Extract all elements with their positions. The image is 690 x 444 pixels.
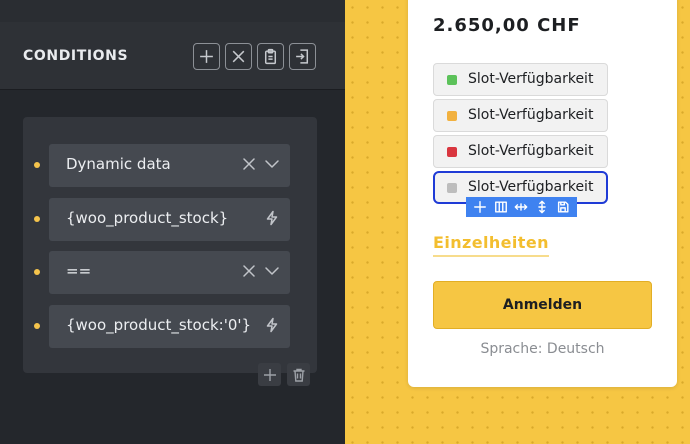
- condition-bullet: [34, 162, 40, 168]
- add-condition-row-button[interactable]: [258, 363, 281, 386]
- save-icon[interactable]: [556, 200, 570, 214]
- slot-availability-item[interactable]: Slot-Verfügbarkeit: [433, 63, 608, 96]
- slot-label: Slot-Verfügbarkeit: [468, 107, 594, 123]
- slot-label: Slot-Verfügbarkeit: [468, 179, 594, 195]
- condition-bullet: [34, 323, 40, 329]
- product-price: 2.650,00 CHF: [433, 15, 581, 36]
- clear-icon[interactable]: [241, 263, 257, 279]
- condition-bullet: [34, 216, 40, 222]
- slot-availability-item[interactable]: Slot-Verfügbarkeit: [433, 135, 608, 168]
- slot-availability-item[interactable]: Slot-Verfügbarkeit: [433, 99, 608, 132]
- import-icon: [296, 49, 309, 64]
- plus-icon[interactable]: [473, 200, 487, 214]
- condition-bullet: [34, 269, 40, 275]
- condition-group: Dynamic data {woo_product_stock} == {woo…: [23, 117, 317, 373]
- condition-value: Dynamic data: [66, 155, 171, 173]
- field-icons: [241, 263, 280, 279]
- condition-row: {woo_product_stock}: [23, 198, 317, 241]
- language-label: Sprache: Deutsch: [480, 341, 605, 357]
- element-toolbar: [466, 197, 577, 217]
- plus-icon: [263, 368, 276, 381]
- columns-icon[interactable]: [494, 200, 508, 214]
- condition-value: ==: [66, 262, 92, 280]
- trash-icon: [293, 368, 304, 382]
- chevron-down-icon[interactable]: [264, 156, 280, 172]
- slot-label: Slot-Verfügbarkeit: [468, 143, 594, 159]
- conditions-header: CONDITIONS: [0, 22, 345, 90]
- condition-dynamic-data-select[interactable]: Dynamic data: [49, 144, 290, 187]
- condition-value: {woo_product_stock:'0'}: [66, 316, 252, 334]
- panel-title: CONDITIONS: [23, 48, 129, 64]
- bolt-icon[interactable]: [264, 317, 280, 333]
- plus-icon: [200, 50, 213, 63]
- delete-group-button[interactable]: [287, 363, 310, 386]
- field-icons: [241, 156, 280, 172]
- status-dot: [447, 111, 457, 121]
- add-condition-button[interactable]: [193, 43, 220, 70]
- status-dot: [447, 183, 457, 193]
- field-icons: [264, 317, 280, 333]
- clear-icon[interactable]: [241, 156, 257, 172]
- move-vertical-icon[interactable]: [535, 200, 549, 214]
- condition-value-input[interactable]: {woo_product_stock:'0'}: [49, 305, 290, 348]
- move-horizontal-icon[interactable]: [514, 200, 528, 214]
- copy-conditions-button[interactable]: [257, 43, 284, 70]
- bolt-icon[interactable]: [264, 210, 280, 226]
- slot-label: Slot-Verfügbarkeit: [468, 71, 594, 87]
- condition-row: ==: [23, 251, 317, 294]
- field-icons: [264, 210, 280, 226]
- paste-conditions-button[interactable]: [289, 43, 316, 70]
- close-icon: [232, 50, 245, 63]
- header-actions: [193, 43, 316, 70]
- product-card: 2.650,00 CHF Slot-Verfügbarkeit Slot-Ver…: [408, 0, 677, 387]
- condition-compare-select[interactable]: ==: [49, 251, 290, 294]
- condition-key-input[interactable]: {woo_product_stock}: [49, 198, 290, 241]
- builder-panel: CONDITIONS Dynamic data {woo_product_sto…: [0, 0, 345, 444]
- status-dot: [447, 75, 457, 85]
- condition-row: Dynamic data: [23, 144, 317, 187]
- status-dot: [447, 147, 457, 157]
- group-actions: [258, 363, 310, 386]
- clipboard-icon: [264, 48, 277, 65]
- condition-value: {woo_product_stock}: [66, 209, 229, 227]
- canvas-preview: 2.650,00 CHF Slot-Verfügbarkeit Slot-Ver…: [345, 0, 690, 444]
- clear-conditions-button[interactable]: [225, 43, 252, 70]
- details-link[interactable]: Einzelheiten: [433, 233, 549, 257]
- register-button[interactable]: Anmelden: [433, 281, 652, 329]
- panel-top-strip: [0, 0, 345, 22]
- chevron-down-icon[interactable]: [264, 263, 280, 279]
- condition-row: {woo_product_stock:'0'}: [23, 305, 317, 348]
